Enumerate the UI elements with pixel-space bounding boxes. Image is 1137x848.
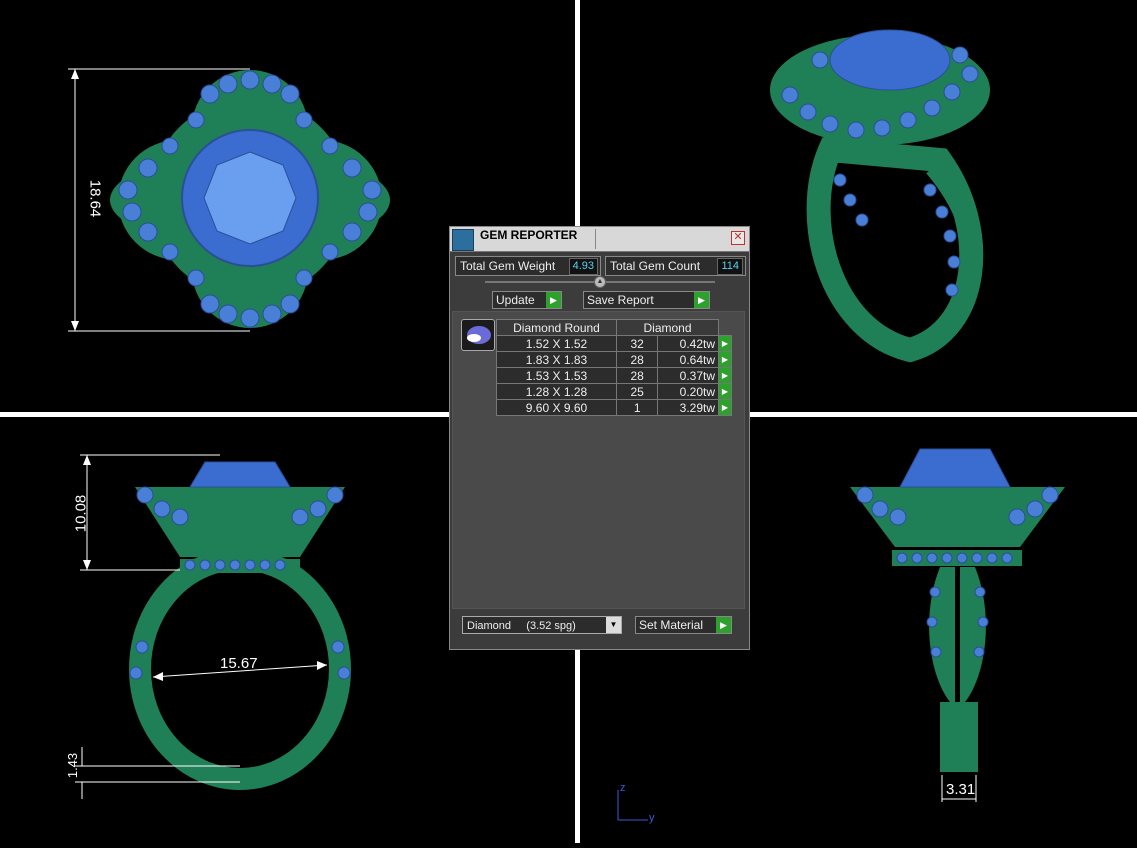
col-shape-header: Diamond Round — [496, 319, 617, 336]
dimension-front-inner-diameter: 15.67 — [220, 655, 258, 672]
gem-reporter-dialog: GEM REPORTER ✕ Total Gem Weight 4.93 Tot… — [449, 226, 750, 650]
gem-count: 25 — [615, 383, 659, 400]
gem-weight: 0.37tw — [657, 367, 719, 384]
col-material-header: Diamond — [616, 319, 719, 336]
gem-weight: 0.64tw — [657, 351, 719, 368]
dialog-titlebar[interactable]: GEM REPORTER ✕ — [450, 227, 749, 252]
gem-size: 1.28 X 1.28 — [496, 383, 617, 400]
dimension-front-height: 10.08 — [72, 494, 90, 533]
gem-size: 1.52 X 1.52 — [496, 335, 617, 352]
total-gem-weight-label: Total Gem Weight — [460, 259, 556, 273]
update-button[interactable]: Update ▶ — [492, 291, 562, 309]
dimension-top-height: 18.64 — [86, 179, 104, 218]
gem-table-header: Diamond Round Diamond — [496, 319, 732, 336]
select-row-arrow-icon[interactable]: ▶ — [718, 367, 732, 384]
gem-size: 9.60 X 9.60 — [496, 399, 617, 416]
dimension-front-shank-thickness: 1.43 — [65, 752, 81, 779]
dimension-side-shank-width: 3.31 — [946, 781, 976, 798]
set-material-button[interactable]: Set Material ▶ — [635, 616, 732, 634]
set-material-button-label: Set Material — [639, 618, 704, 632]
axis-indicator — [617, 790, 648, 821]
gem-weight: 3.29tw — [657, 399, 719, 416]
total-gem-count-value: 114 — [717, 258, 743, 275]
select-row-arrow-icon[interactable]: ▶ — [718, 335, 732, 352]
total-gem-weight-box: Total Gem Weight 4.93 — [455, 256, 601, 276]
material-select-value: Diamond (3.52 spg) — [467, 620, 576, 632]
play-arrow-icon: ▶ — [716, 617, 731, 633]
material-select[interactable]: Diamond (3.52 spg) ▼ — [462, 616, 622, 634]
table-row[interactable]: 1.53 X 1.53 28 0.37tw ▶ — [496, 367, 732, 384]
gem-size: 1.83 X 1.83 — [496, 351, 617, 368]
axis-z-label: z — [620, 782, 626, 794]
gem-weight: 0.42tw — [657, 335, 719, 352]
update-button-label: Update — [496, 293, 535, 307]
round-diamond-icon — [461, 319, 495, 351]
table-row[interactable]: 1.28 X 1.28 25 0.20tw ▶ — [496, 383, 732, 400]
gem-list-panel[interactable]: Diamond Round Diamond 1.52 X 1.52 32 0.4… — [452, 311, 745, 609]
select-row-arrow-icon[interactable]: ▶ — [718, 383, 732, 400]
collapse-toggle[interactable]: ▲ — [594, 276, 606, 288]
gem-count: 28 — [615, 367, 659, 384]
table-row[interactable]: 1.83 X 1.83 28 0.64tw ▶ — [496, 351, 732, 368]
total-gem-weight-value: 4.93 — [568, 258, 598, 275]
close-button[interactable]: ✕ — [731, 231, 745, 245]
axis-y-label: y — [649, 812, 655, 824]
table-row[interactable]: 1.52 X 1.52 32 0.42tw ▶ — [496, 335, 732, 352]
gem-count: 28 — [615, 351, 659, 368]
gem-count: 1 — [615, 399, 659, 416]
gem-reporter-icon — [452, 229, 474, 251]
chevron-down-icon: ▼ — [606, 617, 621, 633]
play-arrow-icon: ▶ — [546, 292, 561, 308]
select-row-arrow-icon[interactable]: ▶ — [718, 351, 732, 368]
gem-weight: 0.20tw — [657, 383, 719, 400]
gem-table: Diamond Round Diamond 1.52 X 1.52 32 0.4… — [496, 319, 732, 416]
title-separator — [595, 229, 596, 249]
dialog-title: GEM REPORTER — [480, 228, 578, 242]
gem-size: 1.53 X 1.53 — [496, 367, 617, 384]
gem-count: 32 — [615, 335, 659, 352]
save-report-button[interactable]: Save Report ▶ — [583, 291, 710, 309]
total-gem-count-label: Total Gem Count — [610, 259, 701, 273]
play-arrow-icon: ▶ — [694, 292, 709, 308]
total-gem-count-box: Total Gem Count 114 — [605, 256, 746, 276]
table-row[interactable]: 9.60 X 9.60 1 3.29tw ▶ — [496, 399, 732, 416]
select-row-arrow-icon[interactable]: ▶ — [718, 399, 732, 416]
save-report-button-label: Save Report — [587, 293, 654, 307]
